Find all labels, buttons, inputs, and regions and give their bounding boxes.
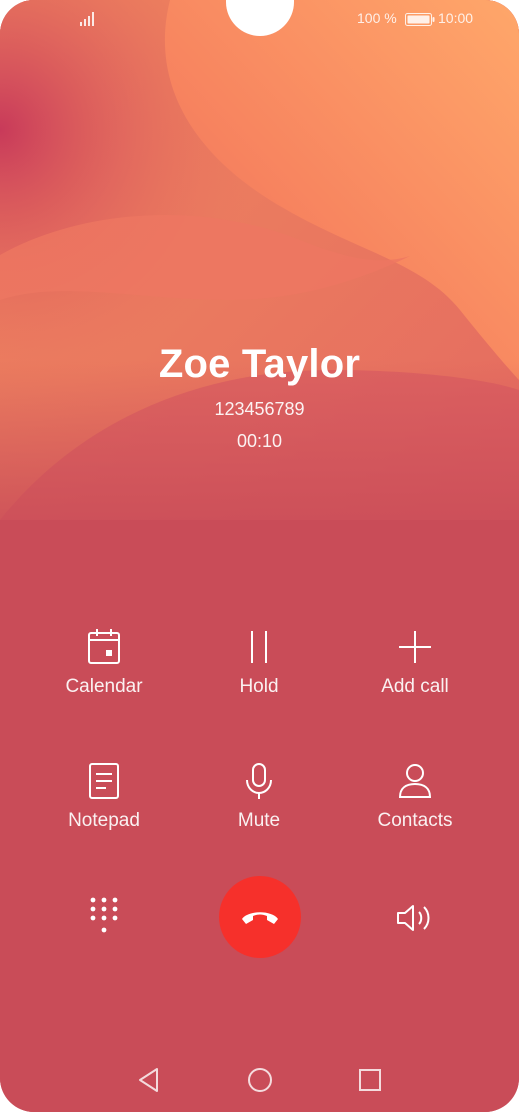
recents-square-icon[interactable] [357,1066,383,1094]
calendar-label: Calendar [65,676,143,697]
plus-icon [399,631,431,663]
call-screen: 100 % 10:00 Zoe Taylor 123456789 00:10 C… [0,0,519,1112]
notepad-button[interactable]: Notepad [24,762,184,832]
microphone-icon [246,763,272,799]
mute-label: Mute [237,810,281,831]
end-call-button[interactable] [219,876,301,958]
notepad-icon [89,763,119,799]
contacts-button[interactable]: Contacts [335,762,495,832]
dialpad-icon[interactable] [89,896,119,936]
back-triangle-icon[interactable] [137,1066,161,1094]
contacts-label: Contacts [377,810,453,831]
signal-bars-icon [80,12,94,26]
hold-label: Hold [239,676,279,697]
battery-percentage: 100 % [357,10,397,26]
hold-button[interactable]: Hold [179,628,339,698]
battery-icon [405,13,435,26]
hang-up-icon [242,912,278,924]
calendar-icon [88,629,120,664]
speaker-icon[interactable] [396,902,434,934]
calendar-button[interactable]: Calendar [24,628,184,698]
add-call-label: Add call [381,676,449,697]
pause-icon [251,631,267,663]
contact-name: Zoe Taylor [158,342,361,386]
add-call-button[interactable]: Add call [335,628,495,698]
notepad-label: Notepad [68,810,140,831]
phone-number: 123456789 [214,399,305,419]
mute-button[interactable]: Mute [179,762,339,832]
home-circle-icon[interactable] [246,1066,274,1094]
call-duration: 00:10 [236,431,283,451]
status-time: 10:00 [438,10,474,26]
person-icon [398,764,432,798]
